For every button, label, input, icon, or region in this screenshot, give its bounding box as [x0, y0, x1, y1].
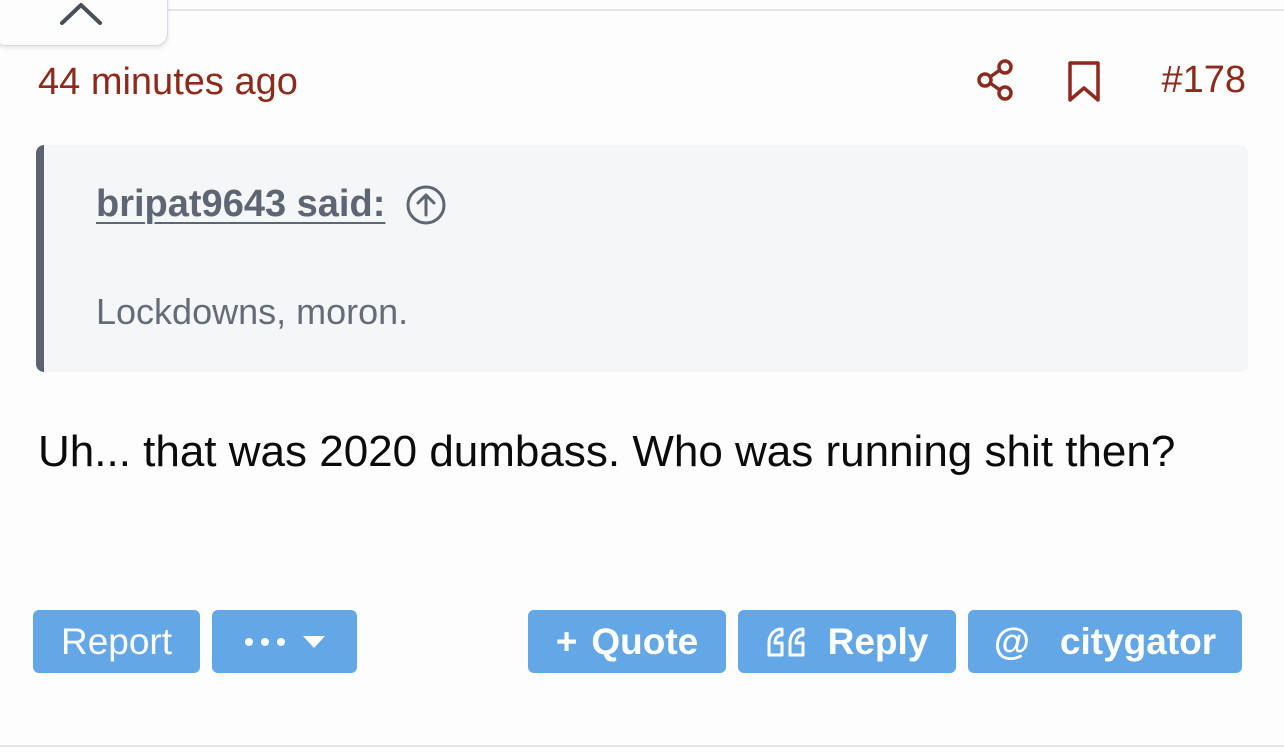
mention-label: citygator: [1059, 620, 1217, 662]
post-number-link[interactable]: #178: [1161, 56, 1246, 104]
quote-button[interactable]: + Quote: [528, 610, 726, 673]
reply-label: Reply: [827, 620, 929, 662]
message-body: Uh... that was 2020 dumbass. Who was run…: [38, 427, 1176, 476]
quote-author-label: bripat9643 said:: [96, 183, 386, 225]
quote-marks-icon: [767, 627, 805, 656]
reply-button[interactable]: Reply: [738, 610, 956, 673]
share-icon[interactable]: [974, 58, 1018, 107]
top-divider: [168, 9, 1284, 11]
bottom-divider: [0, 745, 1284, 747]
caret-down-icon: [302, 635, 325, 648]
bookmark-icon[interactable]: [1066, 60, 1102, 109]
plus-icon: +: [555, 620, 578, 662]
quote-author-link[interactable]: bripat9643 said:: [96, 183, 447, 226]
report-label: Report: [60, 620, 173, 662]
report-button[interactable]: Report: [33, 610, 200, 673]
chevron-up-icon: [60, 3, 102, 25]
quote-label: Quote: [591, 620, 699, 662]
quoted-message: bripat9643 said: Lockdowns, moron.: [36, 145, 1248, 372]
quote-text: Lockdowns, moron.: [96, 291, 409, 332]
post-timestamp[interactable]: 44 minutes ago: [38, 58, 298, 106]
arrow-up-circle-icon[interactable]: [405, 184, 447, 226]
mention-button[interactable]: @ citygator: [968, 610, 1242, 673]
more-options-button[interactable]: [212, 610, 357, 673]
collapse-tab[interactable]: [0, 0, 168, 46]
at-icon: @: [993, 620, 1030, 662]
ellipsis-icon: [244, 637, 285, 646]
